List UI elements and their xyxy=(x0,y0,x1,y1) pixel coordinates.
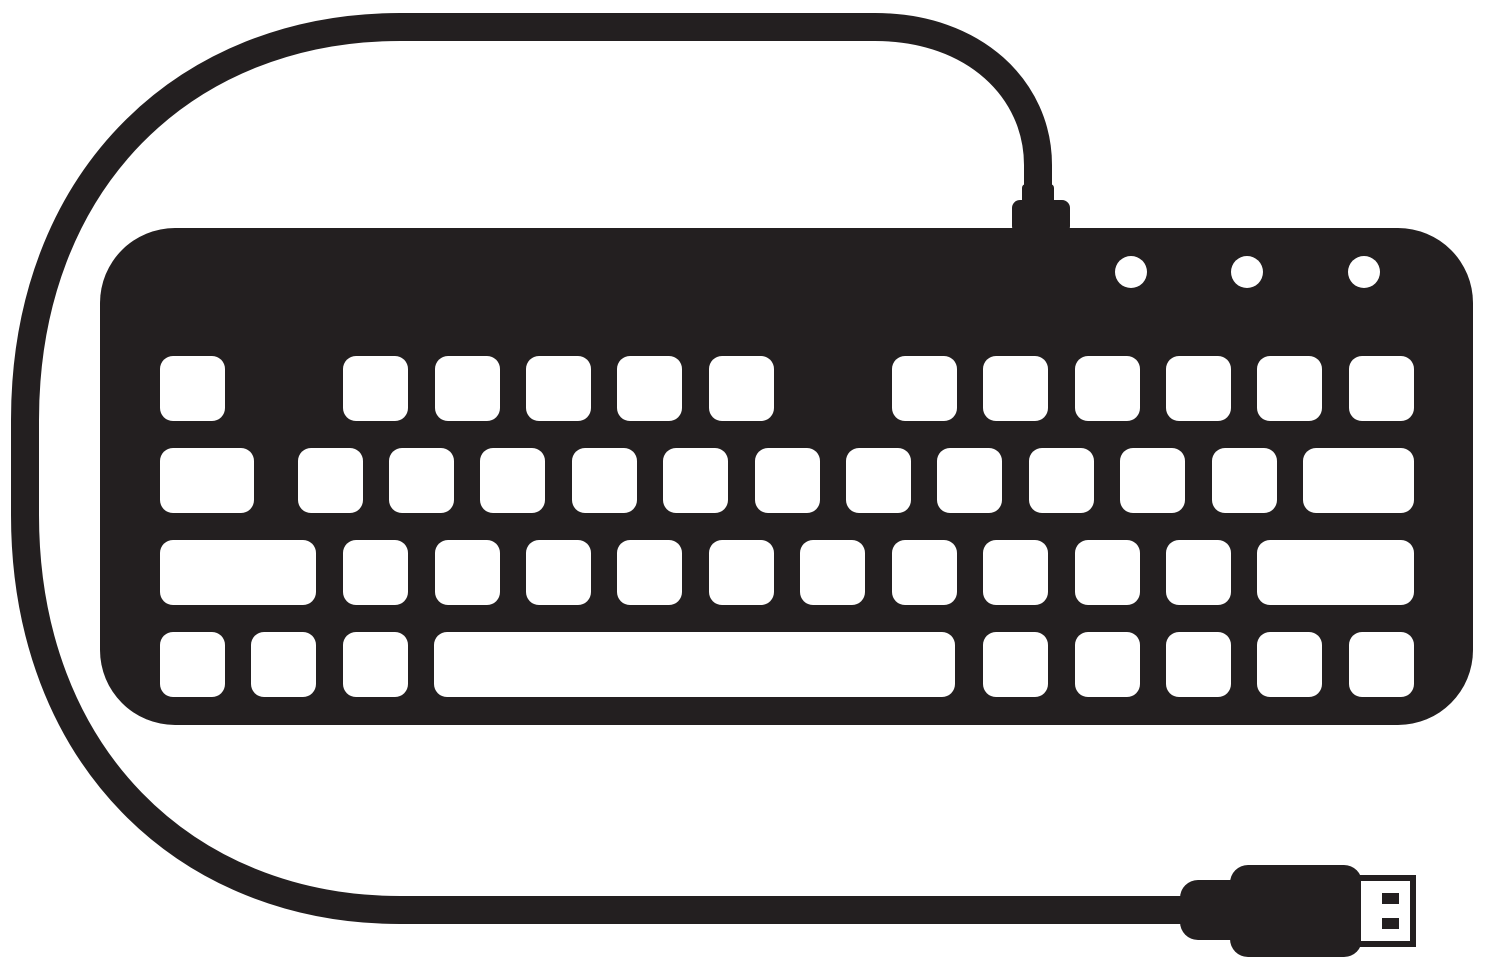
letter-row-key-12 xyxy=(1257,540,1414,605)
bottom-row-key-2 xyxy=(251,632,316,697)
number-row-key-13 xyxy=(1303,448,1414,513)
function-row-key-1 xyxy=(160,356,225,421)
number-row-key-5 xyxy=(572,448,637,513)
function-row-key-11 xyxy=(1257,356,1322,421)
spacebar-key xyxy=(434,632,955,697)
usb-plug-icon xyxy=(1180,865,1416,957)
keyboard-illustration xyxy=(0,0,1488,970)
bottom-row-key-1 xyxy=(160,632,225,697)
letter-row-key-4 xyxy=(526,540,591,605)
cable-strain-relief xyxy=(1012,184,1070,234)
number-row-key-7 xyxy=(755,448,820,513)
letter-row-key-9 xyxy=(983,540,1048,605)
letter-row-key-5 xyxy=(617,540,682,605)
letter-row-key-2 xyxy=(343,540,408,605)
number-row-key-4 xyxy=(480,448,545,513)
number-row-key-2 xyxy=(298,448,363,513)
function-row-key-4 xyxy=(526,356,591,421)
number-row-key-8 xyxy=(846,448,911,513)
letter-row-key-6 xyxy=(709,540,774,605)
function-row-key-10 xyxy=(1166,356,1231,421)
letter-row-key-8 xyxy=(892,540,957,605)
bottom-row-key-3 xyxy=(343,632,408,697)
number-row-key-6 xyxy=(663,448,728,513)
letter-row-key-7 xyxy=(800,540,865,605)
function-row-key-5 xyxy=(617,356,682,421)
letter-row-key-10 xyxy=(1075,540,1140,605)
function-row-key-12 xyxy=(1349,356,1414,421)
number-row-key-11 xyxy=(1120,448,1185,513)
function-row-key-8 xyxy=(983,356,1048,421)
indicator-light-3 xyxy=(1348,256,1380,288)
letter-row-key-1 xyxy=(160,540,316,605)
function-row-key-7 xyxy=(892,356,957,421)
number-row-key-10 xyxy=(1029,448,1094,513)
indicator-light-2 xyxy=(1231,256,1263,288)
function-row-key-2 xyxy=(343,356,408,421)
letter-row-key-3 xyxy=(435,540,500,605)
number-row-key-3 xyxy=(389,448,454,513)
number-row-key-1 xyxy=(160,448,254,513)
bottom-row-key-6 xyxy=(1075,632,1140,697)
bottom-row-key-9 xyxy=(1349,632,1414,697)
keyboard-svg xyxy=(11,12,1473,957)
indicator-light-1 xyxy=(1115,256,1147,288)
number-row-key-9 xyxy=(937,448,1002,513)
bottom-row-key-7 xyxy=(1166,632,1231,697)
number-row-key-12 xyxy=(1212,448,1277,513)
function-row-key-9 xyxy=(1075,356,1140,421)
function-row-key-6 xyxy=(709,356,774,421)
function-row-key-3 xyxy=(435,356,500,421)
bottom-row-key-5 xyxy=(983,632,1048,697)
bottom-row-key-8 xyxy=(1257,632,1322,697)
letter-row-key-11 xyxy=(1166,540,1231,605)
